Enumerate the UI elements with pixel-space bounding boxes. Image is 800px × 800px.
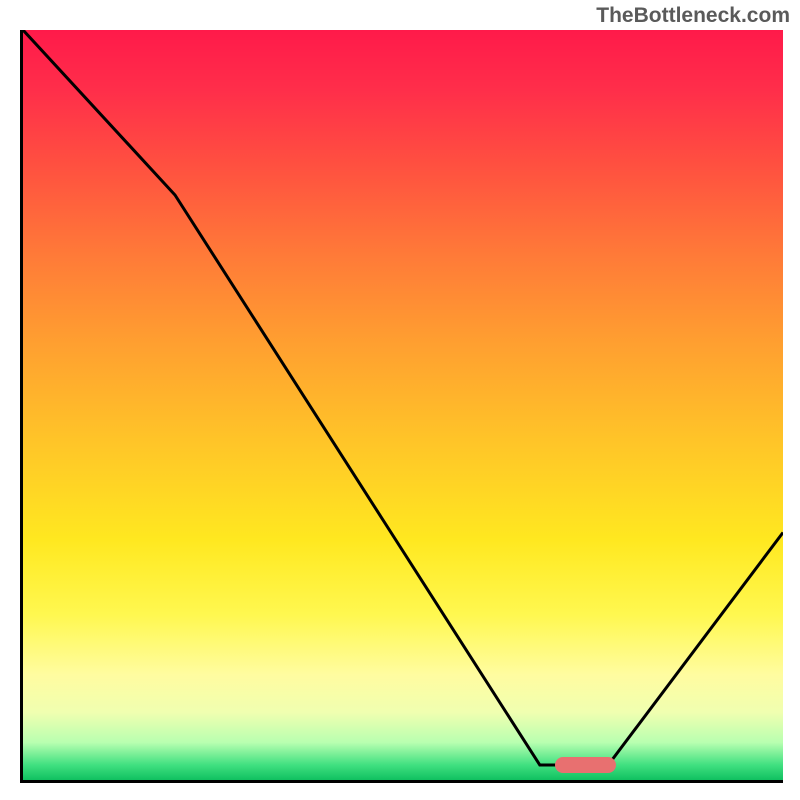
optimal-marker — [555, 757, 616, 773]
bottleneck-curve — [23, 30, 783, 765]
plot-area — [20, 30, 783, 783]
curve-svg — [23, 30, 783, 780]
watermark-text: TheBottleneck.com — [596, 4, 790, 28]
chart-container: TheBottleneck.com — [0, 0, 800, 800]
